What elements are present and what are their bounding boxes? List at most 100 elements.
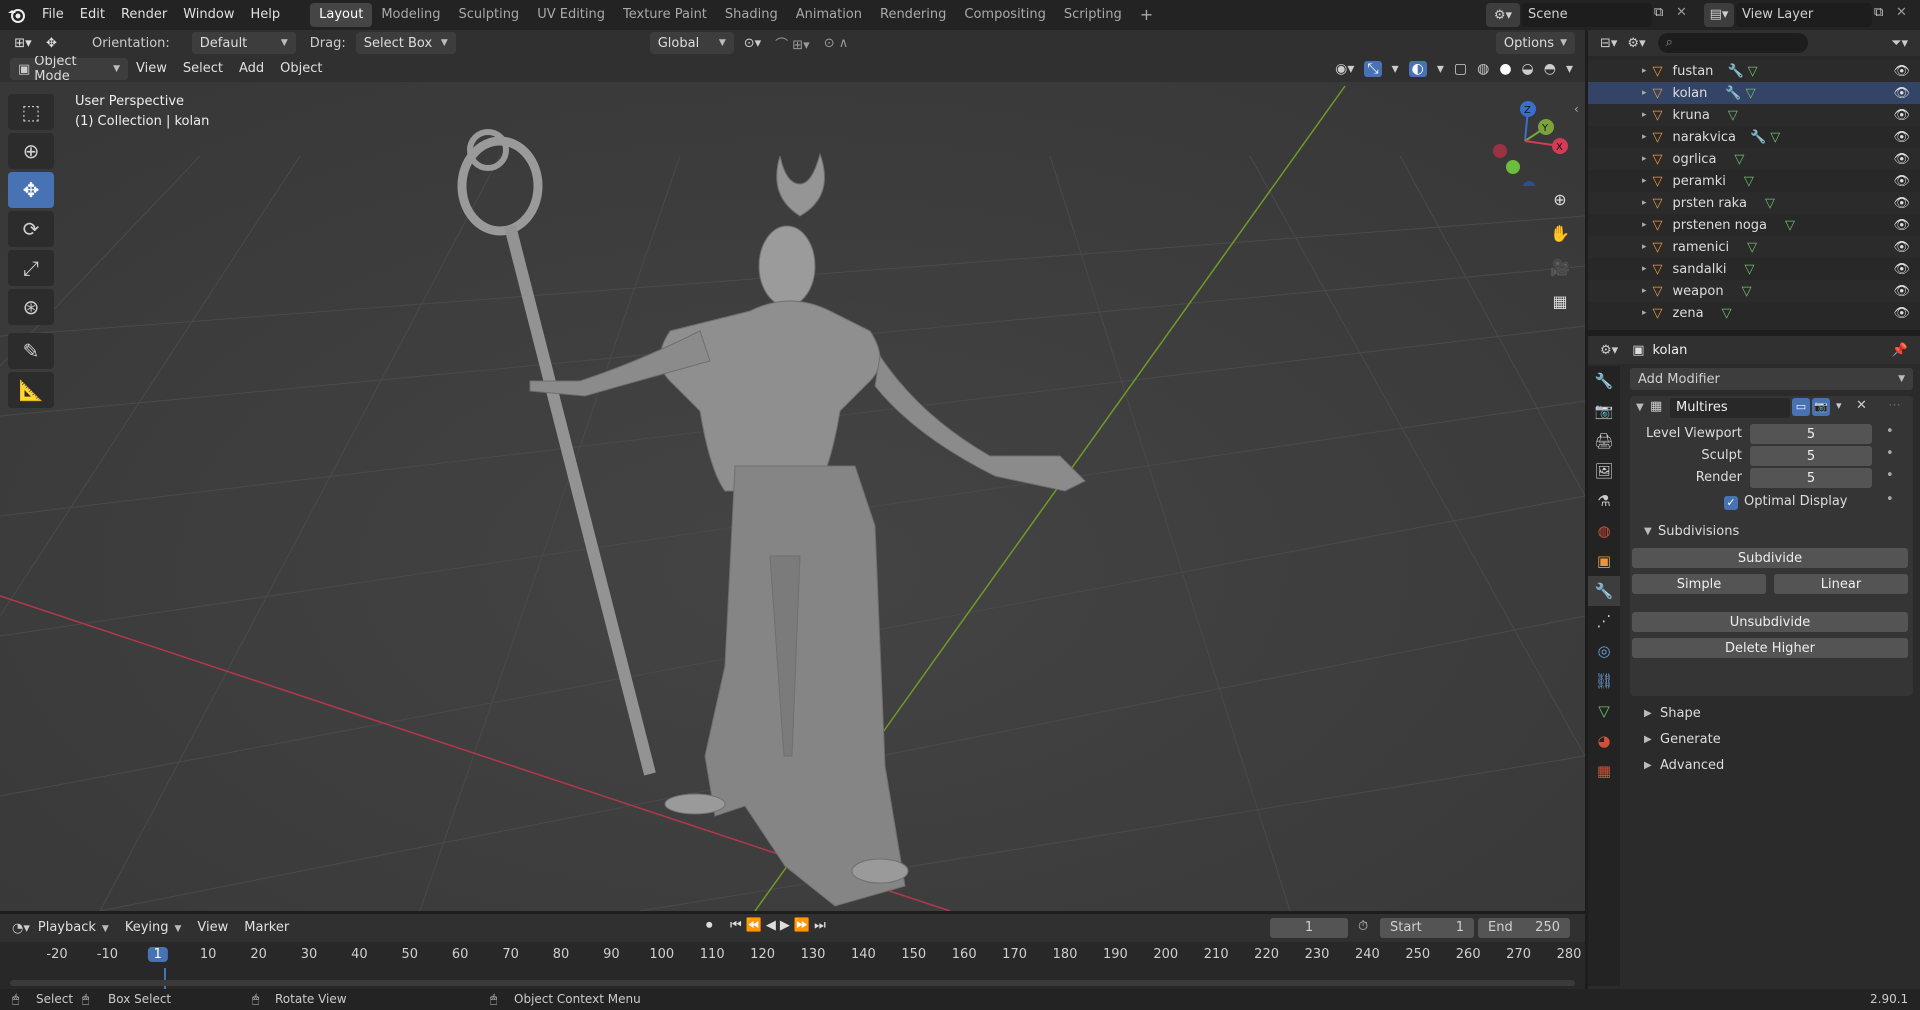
modifier-icon[interactable]: 🔧	[1725, 86, 1741, 101]
level-viewport-field[interactable]: 5	[1750, 424, 1872, 444]
scene-field[interactable]: Scene	[1522, 3, 1652, 27]
mesh-data-icon[interactable]: ▽	[1744, 262, 1754, 277]
menu-help[interactable]: Help	[243, 0, 289, 30]
collapse-icon[interactable]: ▼	[1636, 402, 1644, 413]
menu-edit[interactable]: Edit	[72, 0, 113, 30]
tool-tab-icon[interactable]: 🔧	[1588, 366, 1620, 396]
viewport-menu-object[interactable]: Object	[272, 56, 330, 82]
viewport-menu-view[interactable]: View	[128, 56, 175, 82]
advanced-subpanel[interactable]: Advanced	[1660, 758, 1724, 773]
keying-menu[interactable]: Keying ▼	[117, 914, 190, 942]
modifier-name-field[interactable]: Multires	[1670, 398, 1790, 418]
animate-dot-icon[interactable]: •	[1886, 492, 1894, 507]
navigation-gizmo[interactable]: Z Y X	[1480, 96, 1570, 186]
delete-scene-icon[interactable]: ✕	[1676, 5, 1694, 25]
timeline-view-menu[interactable]: View	[189, 914, 236, 942]
measure-tool-icon[interactable]: 📐	[8, 372, 54, 408]
tab-modeling[interactable]: Modeling	[372, 3, 449, 27]
select-box-tool-icon[interactable]: ⬚	[8, 94, 54, 130]
material-shading-icon[interactable]: ◒	[1522, 61, 1534, 77]
transform-orientation-dropdown[interactable]: Global ▼	[649, 32, 734, 54]
outliner-item-narakvica[interactable]: ▸ ▽ narakvica 🔧 ▽ 👁	[1588, 126, 1920, 148]
mesh-data-icon[interactable]: ▽	[1748, 64, 1758, 79]
modifier-tab-icon[interactable]: 🔧	[1588, 576, 1620, 606]
mesh-data-icon[interactable]: ▽	[1742, 284, 1752, 299]
outliner-item-peramki[interactable]: ▸ ▽ peramki ▽ 👁	[1588, 170, 1920, 192]
3d-viewport[interactable]: User Perspective (1) Collection | kolan …	[0, 56, 1585, 911]
rotate-tool-icon[interactable]: ⟳	[8, 211, 54, 247]
physics-tab-icon[interactable]: ◎	[1588, 636, 1620, 666]
mesh-data-icon[interactable]: ▽	[1744, 174, 1754, 189]
clock-icon[interactable]: ⏱	[1358, 919, 1368, 934]
playback-controls-icon[interactable]: ⏮⏪◀▶⏩⏭	[730, 918, 830, 933]
tab-scripting[interactable]: Scripting	[1055, 3, 1131, 27]
mesh-data-icon[interactable]: ▽	[1770, 130, 1780, 145]
zoom-icon[interactable]: ⊕	[1545, 184, 1575, 214]
advanced-expand-icon[interactable]: ▶	[1644, 760, 1652, 771]
mesh-data-icon[interactable]: ▽	[1734, 152, 1744, 167]
outliner-item-kolan[interactable]: ▸ ▽ kolan 🔧 ▽ 👁	[1588, 82, 1920, 104]
render-tab-icon[interactable]: 📷	[1588, 396, 1620, 426]
tab-rendering[interactable]: Rendering	[871, 3, 955, 27]
render-level-field[interactable]: 5	[1750, 468, 1872, 488]
overlay-dropdown-icon[interactable]: ▾	[1437, 61, 1444, 77]
filter-icon[interactable]: ⏷▾	[1891, 36, 1908, 51]
visibility-eye-icon[interactable]: 👁	[1893, 152, 1910, 167]
outliner-search-input[interactable]: ⌕	[1657, 33, 1808, 53]
solid-shading-icon[interactable]: ●	[1499, 61, 1511, 77]
modifier-icon[interactable]: 🔧	[1750, 130, 1766, 145]
tab-uv-editing[interactable]: UV Editing	[528, 3, 614, 27]
wireframe-shading-icon[interactable]: ◍	[1477, 61, 1489, 77]
pan-hand-icon[interactable]: ✋	[1545, 218, 1575, 248]
drag-dropdown[interactable]: Select Box ▼	[355, 32, 456, 54]
texture-tab-icon[interactable]: ▦	[1588, 756, 1620, 786]
view-layer-icon[interactable]: ▤▾	[1704, 3, 1734, 27]
show-render-icon[interactable]: 📷	[1812, 398, 1830, 416]
visibility-eye-icon[interactable]: 👁	[1893, 306, 1910, 321]
simple-button[interactable]: Simple	[1632, 574, 1766, 594]
outliner-item-prsten-raka[interactable]: ▸ ▽ prsten raka ▽ 👁	[1588, 192, 1920, 214]
tab-compositing[interactable]: Compositing	[955, 3, 1055, 27]
outliner-editor-icon[interactable]: ⊟▾	[1600, 36, 1617, 51]
data-tab-icon[interactable]: ▽	[1588, 696, 1620, 726]
remove-modifier-icon[interactable]: ✕	[1856, 398, 1867, 413]
generate-subpanel[interactable]: Generate	[1660, 732, 1721, 747]
outliner-item-zena[interactable]: ▸ ▽ zena ▽ 👁	[1588, 302, 1920, 324]
animate-dot-icon[interactable]: •	[1886, 424, 1894, 439]
object-tab-icon[interactable]: ▣	[1588, 546, 1620, 576]
sculpt-level-field[interactable]: 5	[1750, 446, 1872, 466]
visibility-eye-icon[interactable]: 👁	[1893, 218, 1910, 233]
subdivisions-header[interactable]: Subdivisions	[1658, 524, 1739, 539]
outliner-item-fustan[interactable]: ▸ ▽ fustan 🔧 ▽ 👁	[1588, 60, 1920, 82]
modifier-menu-icon[interactable]: ▾	[1836, 399, 1842, 412]
outliner-item-ogrlica[interactable]: ▸ ▽ ogrlica ▽ 👁	[1588, 148, 1920, 170]
pin-icon[interactable]: 📌	[1892, 343, 1908, 358]
marker-menu[interactable]: Marker	[236, 914, 297, 942]
tab-sculpting[interactable]: Sculpting	[449, 3, 528, 27]
overlay-icon[interactable]: ◐	[1408, 61, 1427, 77]
shape-subpanel[interactable]: Shape	[1660, 706, 1701, 721]
tab-animation[interactable]: Animation	[787, 3, 871, 27]
shape-expand-icon[interactable]: ▶	[1644, 708, 1652, 719]
sidebar-toggle-icon[interactable]: ‹	[1574, 102, 1579, 116]
visibility-eye-icon[interactable]: 👁	[1893, 284, 1910, 299]
visibility-eye-icon[interactable]: 👁	[1893, 64, 1910, 79]
mesh-data-icon[interactable]: ▽	[1785, 218, 1795, 233]
display-mode-icon[interactable]: ⚙▾	[1627, 36, 1645, 51]
current-frame-field[interactable]: 1	[1270, 918, 1348, 938]
visibility-eye-icon[interactable]: 👁	[1893, 262, 1910, 277]
properties-editor-icon[interactable]: ⚙▾	[1600, 343, 1618, 358]
record-icon[interactable]: ⏺	[706, 918, 713, 933]
move-tool-icon[interactable]: ✥	[8, 172, 54, 208]
menu-render[interactable]: Render	[113, 0, 175, 30]
rendered-shading-icon[interactable]: ◓	[1544, 61, 1556, 77]
mesh-data-icon[interactable]: ▽	[1747, 240, 1757, 255]
generate-expand-icon[interactable]: ▶	[1644, 734, 1652, 745]
perspective-toggle-icon[interactable]: ▦	[1545, 286, 1575, 316]
subdivide-button[interactable]: Subdivide	[1632, 548, 1908, 568]
drag-handle-icon[interactable]: ⋯	[1888, 398, 1901, 413]
proportional-editing-icon[interactable]: ⊙ ∧	[824, 36, 849, 51]
outliner-item-sandalki[interactable]: ▸ ▽ sandalki ▽ 👁	[1588, 258, 1920, 280]
timeline-scrollbar[interactable]	[10, 980, 1575, 986]
delete-higher-button[interactable]: Delete Higher	[1632, 638, 1908, 658]
